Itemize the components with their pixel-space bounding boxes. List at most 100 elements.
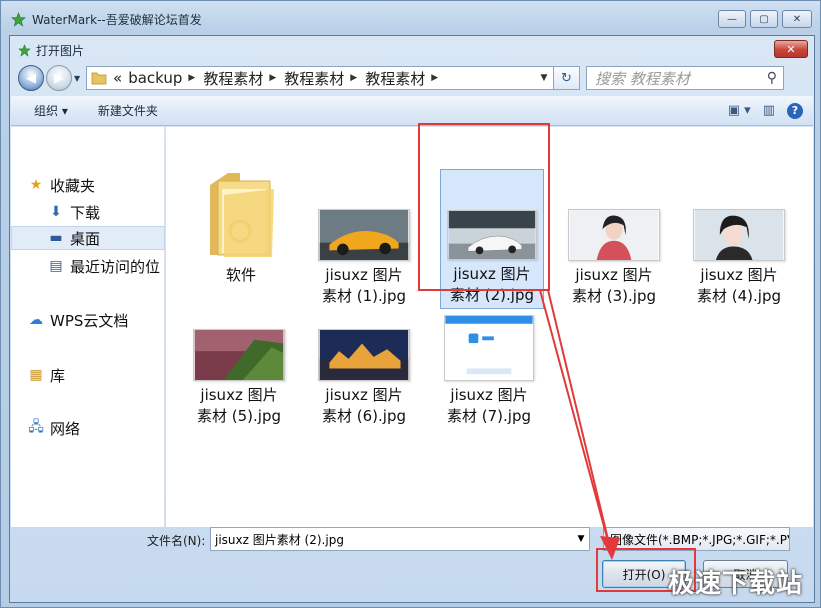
folder-icon [91, 72, 107, 85]
app-title: WaterMark--吾爱破解论坛首发 [32, 12, 202, 27]
portrait-photo-thumbnail [693, 209, 785, 261]
nav-item-wps-cloud[interactable]: ☁ WPS云文档 [11, 308, 165, 332]
open-file-dialog: 打开图片 ✕ ◀ ▶ ▼ « backup ▶ 教程素材 ▶ 教程素材 ▶ 教程素材 ▶… [9, 35, 815, 603]
file-name-line-2: 素材 (3).jpg [572, 287, 656, 305]
thumbnail [186, 165, 296, 265]
search-placeholder: 搜索 教程素材 [595, 69, 690, 88]
recent-places-icon: ▤ [49, 258, 63, 274]
filename-input[interactable]: jisuxz 图片素材 (2).jpg ▼ [210, 527, 590, 551]
dialog-titlebar: 打开图片 [18, 42, 84, 59]
file-item-3[interactable]: jisuxz 图片 素材 (3).jpg [559, 165, 669, 315]
nav-label: 网络 [50, 419, 81, 438]
file-name-line-2: 素材 (6).jpg [322, 407, 406, 425]
file-item-5[interactable]: jisuxz 图片 素材 (5).jpg [184, 285, 294, 435]
vegetables-photo-thumbnail [193, 329, 285, 381]
desktop-icon: ▬ [49, 230, 63, 246]
thumbnail [684, 165, 794, 265]
app-close-button[interactable]: ✕ [782, 10, 812, 28]
dialog-star-icon [18, 44, 31, 57]
watermark-text: 极速下载站 [667, 569, 803, 599]
car-photo-thumbnail [318, 209, 410, 261]
network-icon: 🖧 [28, 419, 44, 435]
file-name-line-1: jisuxz 图片 [450, 386, 528, 404]
command-bar: 组织 ▾ 新建文件夹 ▣ ▾ ▥ ? [11, 96, 813, 126]
chevron-right-icon[interactable]: ▶ [269, 73, 276, 83]
nav-item-recent[interactable]: ▤ 最近访问的位 [11, 254, 165, 278]
file-name-line-1: jisuxz 图片 [325, 266, 403, 284]
organize-menu[interactable]: 组织 ▾ [34, 102, 68, 119]
nav-label: 库 [50, 366, 66, 385]
cloud-icon: ☁ [29, 312, 43, 328]
nav-item-library[interactable]: ▦ 库 [11, 363, 165, 387]
download-folder-icon: ⬇ [50, 204, 62, 220]
star-icon: ★ [29, 177, 43, 193]
file-name-line-1: jisuxz 图片 [700, 266, 778, 284]
dialog-close-button[interactable]: ✕ [774, 40, 808, 58]
thumbnail [559, 165, 669, 265]
file-name-line-1: jisuxz 图片 [200, 386, 278, 404]
search-input[interactable]: 搜索 教程素材 ⚲ [586, 66, 784, 90]
file-name-line-2: 素材 (5).jpg [197, 407, 281, 425]
preview-pane-icon[interactable]: ▥ [763, 103, 775, 118]
thumbnail [184, 285, 294, 385]
thumbnail [309, 165, 419, 265]
new-folder-button[interactable]: 新建文件夹 [98, 102, 158, 119]
thumbnail [434, 285, 544, 385]
file-name-line-2: 素材 (4).jpg [697, 287, 781, 305]
navigation-bar: ◀ ▶ ▼ « backup ▶ 教程素材 ▶ 教程素材 ▶ 教程素材 ▶ ▼ ↻ 搜索… [18, 64, 808, 92]
nav-item-favorites[interactable]: ★ 收藏夹 [11, 173, 165, 197]
nav-label: WPS云文档 [50, 311, 129, 330]
app-screenshot-thumbnail [444, 315, 534, 381]
folder-icon [210, 173, 274, 257]
view-controls: ▣ ▾ ▥ ? [728, 102, 803, 119]
filetype-dropdown-icon[interactable]: ▼ [786, 534, 789, 544]
filename-value: jisuxz 图片素材 (2).jpg [215, 532, 344, 547]
app-titlebar: WaterMark--吾爱破解论坛首发 [11, 10, 202, 28]
breadcrumb-level-1[interactable]: 教程素材 [203, 68, 263, 89]
nav-item-network[interactable]: 🖧 网络 [11, 416, 165, 440]
help-icon[interactable]: ? [787, 102, 803, 119]
file-name-line-1: jisuxz 图片 [325, 386, 403, 404]
filetype-value: 图像文件(*.BMP;*.JPG;*.GIF;*.P [610, 532, 787, 547]
file-item-4[interactable]: jisuxz 图片 素材 (4).jpg [684, 165, 794, 315]
file-name-line-1: jisuxz 图片 [575, 266, 653, 284]
navigation-pane: ★ 收藏夹 ⬇ 下载 ▬ 桌面 ▤ 最近访问的位 ☁ WPS云文档 ▦ 库 🖧 网络 [11, 127, 165, 527]
history-dropdown-icon[interactable]: ▼ [74, 74, 84, 83]
nav-label: 收藏夹 [50, 176, 96, 195]
maximize-button[interactable]: ▢ [750, 10, 778, 28]
file-item-7[interactable]: jisuxz 图片 素材 (7).jpg [434, 285, 544, 435]
forward-button[interactable]: ▶ [46, 65, 72, 91]
refresh-icon: ↻ [561, 70, 572, 86]
nav-item-downloads[interactable]: ⬇ 下载 [11, 200, 165, 224]
file-name-line-2: 素材 (7).jpg [447, 407, 531, 425]
portrait-photo-thumbnail [568, 209, 660, 261]
night-city-photo-thumbnail [318, 329, 410, 381]
change-view-icon[interactable]: ▣ ▾ [728, 103, 751, 118]
search-icon[interactable]: ⚲ [767, 70, 777, 86]
chevron-right-icon[interactable]: ▶ [350, 73, 357, 83]
nav-label: 下载 [70, 203, 101, 222]
address-bar[interactable]: « backup ▶ 教程素材 ▶ 教程素材 ▶ 教程素材 ▶ ▼ [86, 66, 554, 90]
library-icon: ▦ [29, 367, 43, 383]
chevron-right-icon[interactable]: ▶ [188, 73, 195, 83]
breadcrumb-level-3[interactable]: 教程素材 [365, 68, 425, 89]
breadcrumb-level-2[interactable]: 教程素材 [284, 68, 344, 89]
refresh-button[interactable]: ↻ [554, 66, 580, 90]
selection-highlight-box [418, 123, 550, 291]
nav-label: 最近访问的位 [70, 257, 161, 276]
back-arrow-icon: ◀ [26, 70, 36, 86]
dialog-title: 打开图片 [36, 44, 85, 58]
forward-arrow-icon: ▶ [54, 70, 64, 86]
chevron-right-icon[interactable]: ▶ [431, 73, 438, 83]
minimize-button[interactable]: — [718, 10, 746, 28]
breadcrumb-overflow[interactable]: « [113, 69, 122, 87]
file-name: 软件 [225, 266, 256, 284]
thumbnail [309, 285, 419, 385]
back-button[interactable]: ◀ [18, 65, 44, 91]
address-dropdown-icon[interactable]: ▼ [535, 73, 553, 83]
breadcrumb-backup[interactable]: backup [128, 69, 182, 87]
window-controls: — ▢ ✕ [718, 10, 812, 28]
filename-dropdown-icon[interactable]: ▼ [573, 534, 589, 544]
file-item-6[interactable]: jisuxz 图片 素材 (6).jpg [309, 285, 419, 435]
nav-item-desktop[interactable]: ▬ 桌面 [11, 226, 165, 250]
